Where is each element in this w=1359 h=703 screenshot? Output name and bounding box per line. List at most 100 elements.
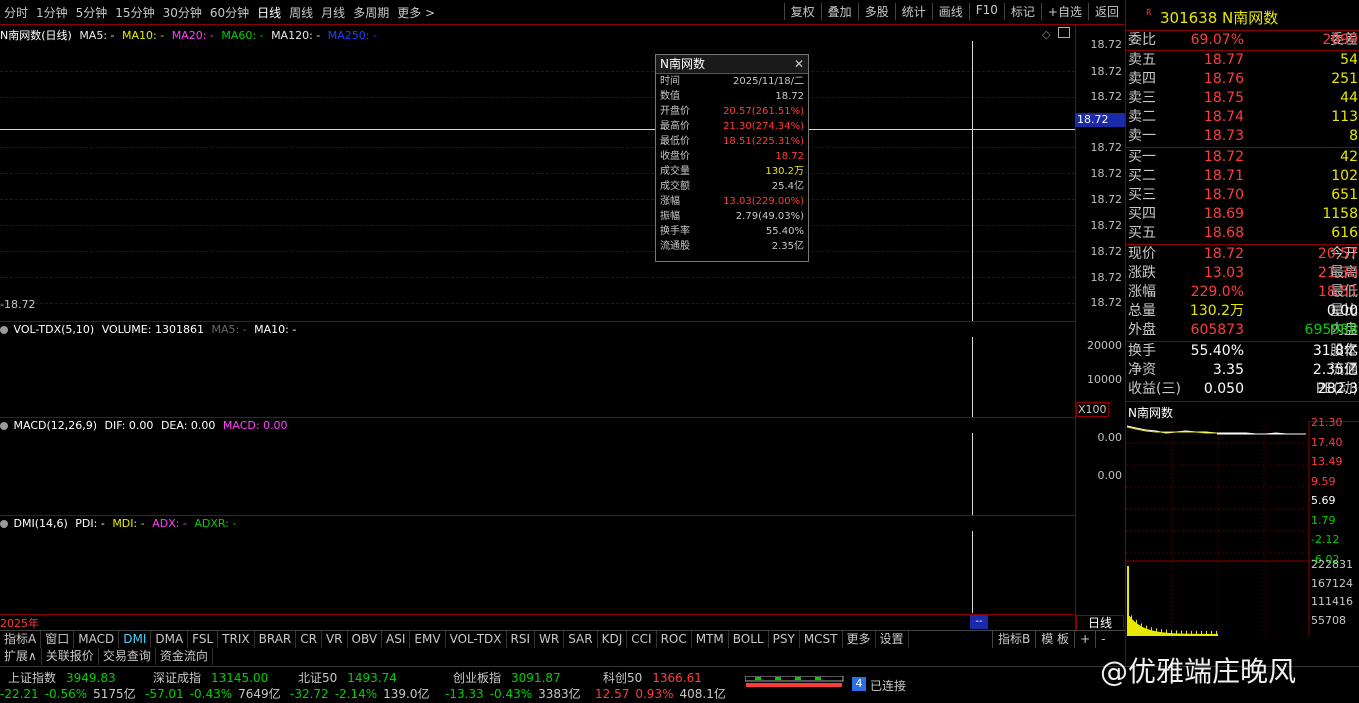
indicator-tab[interactable]: MACD bbox=[74, 631, 120, 648]
indicator-tab[interactable]: 更多 bbox=[843, 631, 876, 648]
stat-value: 2.35亿 bbox=[1312, 362, 1358, 378]
indicator-tab[interactable]: CR bbox=[296, 631, 322, 648]
market-index-row[interactable]: 北证50 1493.74 bbox=[298, 669, 397, 686]
tooltip-title: N南网数 bbox=[660, 57, 705, 71]
mini-volume-bar bbox=[1133, 620, 1134, 636]
period-tab-daily[interactable]: 日线 bbox=[253, 4, 285, 21]
indicator-tab[interactable]: ROC bbox=[657, 631, 692, 648]
market-breadth-indicator bbox=[744, 675, 845, 693]
mini-volume-bar bbox=[1187, 633, 1188, 636]
stat-value: 21.30 bbox=[1317, 265, 1358, 281]
indicator-tab[interactable]: MTM bbox=[692, 631, 729, 648]
draw-line-button[interactable]: 画线 bbox=[931, 3, 969, 20]
bids-volume: 42 bbox=[1340, 149, 1358, 165]
period-tabs: 分时 1分钟 5分钟 15分钟 30分钟 60分钟 日线 周线 月线 多周期 更… bbox=[0, 4, 439, 21]
indicator-tab[interactable]: WR bbox=[535, 631, 565, 648]
indicator-tab[interactable]: DMA bbox=[151, 631, 189, 648]
y-axis-label: 10000 bbox=[1087, 373, 1122, 386]
connection-status[interactable]: 已连接 bbox=[870, 677, 906, 694]
mini-price-label: 9.59 bbox=[1311, 474, 1336, 488]
multi-stock-button[interactable]: 多股 bbox=[857, 3, 895, 20]
market-percent: -0.43% bbox=[189, 687, 233, 701]
period-tab[interactable]: 月线 bbox=[317, 4, 349, 21]
market-index-row[interactable]: 创业板指 3091.87 bbox=[453, 669, 561, 686]
indicator-tab[interactable]: FSL bbox=[188, 631, 219, 648]
mini-volume-bar bbox=[1131, 615, 1132, 636]
indicator-tab[interactable]: PSY bbox=[769, 631, 800, 648]
tooltip-row: 数值 18.72 bbox=[660, 91, 804, 102]
period-tab[interactable]: 15分钟 bbox=[111, 4, 158, 21]
period-tab[interactable]: 1分钟 bbox=[32, 4, 72, 21]
indicator-tab[interactable]: BRAR bbox=[255, 631, 297, 648]
mini-volume-bar bbox=[1191, 630, 1192, 636]
indicator-tab[interactable]: VR bbox=[322, 631, 348, 648]
asks-label: 卖五 bbox=[1128, 52, 1156, 68]
indicator-tab[interactable]: 设置 bbox=[876, 631, 909, 648]
mini-volume-bar bbox=[1136, 620, 1137, 636]
stock-code: 301638 bbox=[1160, 9, 1218, 27]
indicator-tab[interactable]: 指标A bbox=[0, 631, 42, 648]
pane-settings-icon[interactable] bbox=[0, 422, 8, 430]
mini-volume-bar bbox=[1196, 630, 1197, 636]
mini-volume-bar bbox=[1200, 633, 1201, 636]
indicator-tab[interactable]: SAR bbox=[564, 631, 598, 648]
indicator-tab[interactable]: TRIX bbox=[218, 631, 255, 648]
pane-settings-icon[interactable] bbox=[0, 326, 8, 334]
y-axis-label: 18.72 bbox=[1090, 167, 1123, 180]
stock-badge: R bbox=[1146, 8, 1152, 17]
asks-row: 卖三 18.75 44 bbox=[1128, 89, 1358, 108]
period-tab[interactable]: 多周期 bbox=[349, 4, 393, 21]
expand-tab[interactable]: 扩展∧ bbox=[0, 648, 42, 665]
market-index-row[interactable]: 科创50 1366.61 bbox=[603, 669, 702, 686]
indicator-tab[interactable]: EMV bbox=[410, 631, 446, 648]
diamond-icon[interactable]: ◇ bbox=[1042, 28, 1050, 41]
period-tab[interactable]: 周线 bbox=[285, 4, 317, 21]
indicator-b-button[interactable]: 指标B bbox=[992, 631, 1035, 648]
market-value: 13145.00 bbox=[211, 671, 269, 685]
close-icon[interactable]: ✕ bbox=[794, 55, 804, 73]
f10-button[interactable]: F10 bbox=[968, 3, 1004, 20]
pane-settings-icon[interactable] bbox=[0, 520, 8, 528]
mark-button[interactable]: 标记 bbox=[1003, 3, 1041, 20]
mini-price-label: 21.30 bbox=[1311, 416, 1343, 429]
statistics-button[interactable]: 统计 bbox=[894, 3, 932, 20]
market-index-row[interactable]: 深证成指 13145.00 bbox=[153, 669, 268, 686]
fund-flow-tab[interactable]: 资金流向 bbox=[156, 648, 213, 665]
indicator-tab[interactable]: DMI bbox=[119, 631, 152, 648]
window-toggle-icon[interactable] bbox=[1058, 27, 1070, 38]
overlay-button[interactable]: 叠加 bbox=[820, 3, 858, 20]
zoom-out-button[interactable]: - bbox=[1095, 631, 1110, 648]
trade-query-tab[interactable]: 交易查询 bbox=[99, 648, 156, 665]
add-favorite-button[interactable]: +自选 bbox=[1040, 3, 1088, 20]
mini-volume-bar bbox=[1167, 632, 1168, 636]
indicator-tab[interactable]: 窗口 bbox=[41, 631, 75, 648]
asks-price: 18.76 bbox=[1203, 71, 1244, 87]
indicator-tab[interactable]: OBV bbox=[348, 631, 383, 648]
asks-label: 卖四 bbox=[1128, 71, 1156, 87]
adjust-button[interactable]: 复权 bbox=[783, 3, 821, 20]
indicator-tab[interactable]: BOLL bbox=[729, 631, 769, 648]
period-tab[interactable]: 分时 bbox=[0, 4, 32, 21]
mini-volume-bar bbox=[1182, 633, 1183, 636]
more-periods-button[interactable]: 更多 > bbox=[393, 4, 439, 21]
chart-area[interactable]: N南网数(日线) MA5: - MA10: - MA20: - MA60: - … bbox=[0, 25, 1125, 631]
mini-volume-bar bbox=[1178, 633, 1179, 636]
period-tab[interactable]: 30分钟 bbox=[159, 4, 206, 21]
mini-volume-bar bbox=[1170, 633, 1171, 636]
indicator-tab[interactable]: VOL-TDX bbox=[446, 631, 507, 648]
indicator-tab[interactable]: RSI bbox=[507, 631, 536, 648]
ma10-label: MA10: - bbox=[122, 29, 165, 42]
period-tab[interactable]: 60分钟 bbox=[206, 4, 253, 21]
period-tab[interactable]: 5分钟 bbox=[72, 4, 112, 21]
asks-volume: 8 bbox=[1349, 128, 1358, 144]
template-button[interactable]: 模 板 bbox=[1035, 631, 1074, 648]
related-quote-tab[interactable]: 关联报价 bbox=[42, 648, 99, 665]
market-index-row[interactable]: 上证指数 3949.83 bbox=[8, 669, 116, 686]
indicator-tab[interactable]: ASI bbox=[382, 631, 411, 648]
back-button[interactable]: 返回 bbox=[1087, 3, 1125, 20]
zoom-in-button[interactable]: + bbox=[1074, 631, 1095, 648]
indicator-tab[interactable]: MCST bbox=[800, 631, 843, 648]
indicator-tab[interactable]: CCI bbox=[627, 631, 657, 648]
indicator-tab[interactable]: KDJ bbox=[598, 631, 628, 648]
mini-volume-bar bbox=[1190, 633, 1191, 636]
